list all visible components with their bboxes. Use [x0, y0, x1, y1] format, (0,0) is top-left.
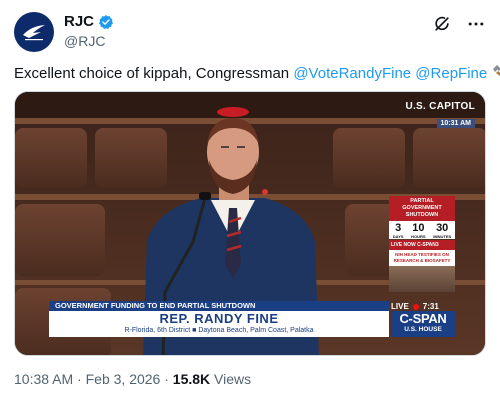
live-label: LIVE — [391, 302, 409, 311]
network-name: C-SPAN — [399, 311, 447, 326]
timer-minutes: 30 MINUTES — [433, 222, 451, 239]
live-now-subtitle: NIH HEAD TESTIFIES ON RESEARCH & BIOSAFE… — [389, 250, 455, 266]
speaker-places: Daytona Beach, Palm Coast, Palatka — [198, 327, 314, 334]
timer-days-value: 3 — [395, 222, 402, 234]
shutdown-title: PARTIAL GOVERNMENT SHUTDOWN — [389, 196, 455, 221]
verified-badge-icon — [98, 14, 114, 29]
grok-icon[interactable] — [432, 14, 452, 34]
tweet-text: Excellent choice of kippah, Congressman … — [14, 64, 500, 84]
timer-minutes-value: 30 — [436, 222, 449, 234]
author-handle[interactable]: @RJC — [64, 33, 114, 49]
broadcast-time: 10:31 AM — [436, 119, 475, 128]
author-name[interactable]: RJC — [64, 13, 94, 30]
timer-hours: 10 HOURS — [411, 222, 425, 239]
live-now-subtitle-line2: RESEARCH & BIOSAFETY — [393, 258, 451, 263]
live-now-thumbnail — [389, 266, 455, 292]
hammer-emoji-icon — [493, 65, 500, 76]
speaker-name: REP. RANDY FINE — [159, 311, 279, 326]
shutdown-timer: 3 DAYS 10 HOURS 30 MINUTES — [389, 221, 455, 239]
timer-minutes-label: MINUTES — [433, 234, 452, 239]
timer-hours-label: HOURS — [411, 234, 426, 239]
live-dot-icon — [412, 303, 419, 310]
video-media[interactable]: U.S. CAPITOL 10:31 AM PARTIAL GOVERNMENT… — [14, 91, 486, 356]
separator-dot-icon: · — [164, 371, 173, 387]
live-time: 7:31 — [422, 302, 439, 311]
tweet-time[interactable]: 10:38 AM — [14, 371, 73, 387]
location-bug: U.S. CAPITOL 10:31 AM — [405, 101, 475, 130]
tweet-text-body: Excellent choice of kippah, Congressman — [14, 65, 294, 82]
location-label: U.S. CAPITOL — [405, 101, 475, 112]
views-label: Views — [214, 371, 252, 387]
author-block: RJC @RJC — [64, 13, 114, 49]
tweet-meta: 10:38 AM · Feb 3, 2026 · 15.8K Views — [14, 371, 251, 387]
network-subtitle: U.S. HOUSE — [404, 326, 442, 333]
tweet-date[interactable]: Feb 3, 2026 — [86, 371, 161, 387]
speaker-party: R-Florida, 6th District — [124, 327, 191, 334]
rjc-logo-icon — [23, 25, 45, 41]
timer-hours-value: 10 — [412, 222, 425, 234]
cspan-logo: C-SPAN U.S. HOUSE — [391, 311, 455, 337]
tweet-header-actions — [432, 14, 486, 34]
more-icon[interactable] — [466, 14, 486, 34]
shutdown-title-line1: PARTIAL GOVERNMENT — [402, 198, 442, 211]
lower-third-name-plate: REP. RANDY FINE R-Florida, 6th District … — [49, 311, 389, 337]
lower-third-banner: GOVERNMENT FUNDING TO END PARTIAL SHUTDO… — [49, 301, 389, 311]
separator-dot-icon: · — [77, 371, 86, 387]
timer-days-label: DAYS — [392, 234, 404, 239]
shutdown-title-line2: SHUTDOWN — [405, 212, 439, 218]
avatar[interactable] — [14, 12, 54, 52]
live-indicator: LIVE 7:31 — [391, 302, 439, 311]
live-now-banner: LIVE NOW C-SPAN3 — [389, 240, 455, 250]
mention-link[interactable]: @RepFine — [415, 65, 487, 82]
mention-link[interactable]: @VoteRandyFine — [293, 65, 411, 82]
timer-days: 3 DAYS — [393, 222, 404, 239]
views-count: 15.8K — [172, 371, 211, 387]
speaker-details: R-Florida, 6th District ■ Daytona Beach,… — [49, 326, 389, 335]
shutdown-countdown-box: PARTIAL GOVERNMENT SHUTDOWN 3 DAYS 10 HO… — [389, 196, 455, 292]
